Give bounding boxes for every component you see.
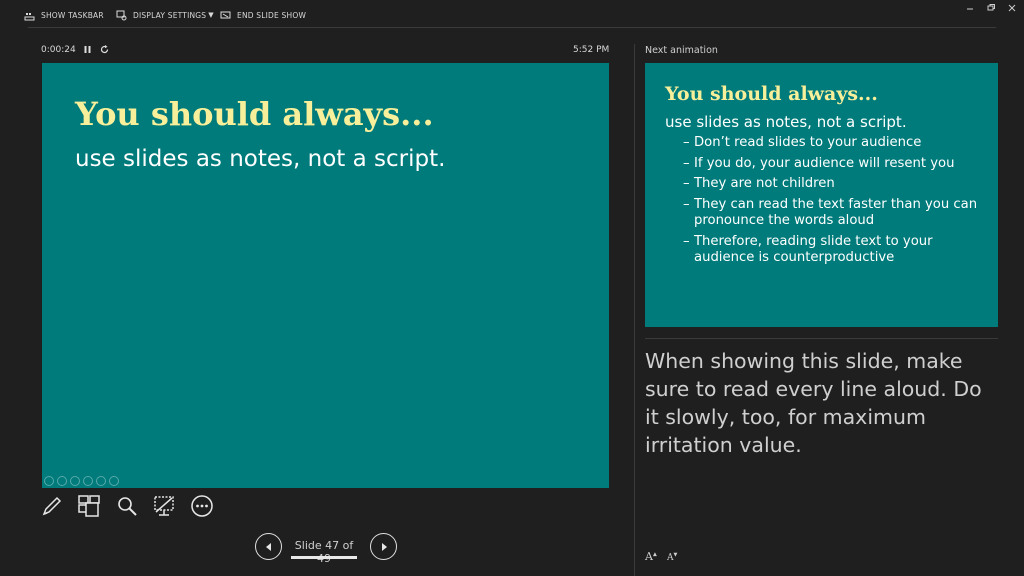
next-slide-button[interactable] [370, 533, 397, 560]
black-screen-icon[interactable] [152, 494, 176, 518]
slide-subtitle: use slides as notes, not a script. [75, 146, 446, 172]
restore-icon[interactable] [985, 3, 997, 13]
next-animation-label: Next animation [645, 45, 718, 56]
increase-font-button[interactable]: A▲ [645, 550, 657, 563]
end-slide-show-label: END SLIDE SHOW [237, 10, 307, 20]
mini-pen-icon[interactable] [70, 476, 80, 486]
close-icon[interactable] [1006, 3, 1018, 13]
end-show-icon [220, 11, 231, 18]
show-taskbar-button[interactable]: SHOW TASKBAR [24, 9, 104, 21]
next-slide-title: You should always... [665, 83, 878, 105]
zoom-icon[interactable] [115, 494, 139, 518]
list-item: Don’t read slides to your audience [683, 135, 983, 152]
slide-title: You should always... [75, 95, 434, 133]
previous-slide-button[interactable] [255, 533, 282, 560]
arrow-right-icon [381, 542, 387, 551]
mini-more-icon[interactable] [109, 476, 119, 486]
list-item: They can read the text faster than you c… [683, 197, 983, 230]
list-item: If you do, your audience will resent you [683, 156, 983, 173]
notes-divider [645, 338, 998, 339]
display-settings-icon [116, 10, 127, 20]
toolbar-divider [28, 27, 996, 28]
mini-previous-icon[interactable] [44, 476, 54, 486]
slide-counter[interactable]: Slide 47 of 49 [290, 539, 358, 565]
speaker-notes[interactable]: When showing this slide, make sure to re… [645, 347, 995, 459]
next-slide-bullets: Don’t read slides to your audience If yo… [683, 135, 983, 271]
top-toolbar: SHOW TASKBAR DISPLAY SETTINGS ▼ END SLID… [0, 0, 1024, 27]
elapsed-timer: 0:00:24 [41, 45, 76, 55]
minimize-icon[interactable] [964, 3, 976, 13]
end-slide-show-button[interactable]: END SLIDE SHOW [220, 9, 306, 21]
next-slide-subtitle: use slides as notes, not a script. [665, 113, 907, 131]
next-slide-preview[interactable]: You should always... use slides as notes… [645, 63, 998, 327]
decrease-font-button[interactable]: A▼ [667, 552, 677, 563]
pane-divider[interactable] [634, 44, 635, 576]
mini-next-icon[interactable] [57, 476, 67, 486]
mini-slides-icon[interactable] [83, 476, 93, 486]
caret-down-icon: ▼ [208, 11, 214, 19]
more-options-icon[interactable] [190, 494, 214, 518]
increase-font-icon: A [645, 550, 653, 563]
mini-zoom-icon[interactable] [96, 476, 106, 486]
pause-timer-icon[interactable] [82, 44, 93, 55]
see-all-slides-icon[interactable] [77, 494, 101, 518]
arrow-left-icon [265, 542, 271, 551]
current-slide[interactable]: You should always... use slides as notes… [42, 63, 609, 488]
slide-counter-underline [291, 556, 357, 559]
restart-timer-icon[interactable] [99, 44, 110, 55]
clock: 5:52 PM [573, 45, 610, 55]
display-settings-label: DISPLAY SETTINGS [133, 10, 207, 20]
slide-mini-controls [44, 476, 119, 486]
pen-icon[interactable] [40, 494, 64, 518]
list-item: They are not children [683, 176, 983, 193]
list-item: Therefore, reading slide text to your au… [683, 234, 983, 267]
show-taskbar-label: SHOW TASKBAR [41, 10, 104, 20]
display-settings-button[interactable]: DISPLAY SETTINGS ▼ [116, 9, 214, 21]
taskbar-icon [24, 12, 35, 20]
